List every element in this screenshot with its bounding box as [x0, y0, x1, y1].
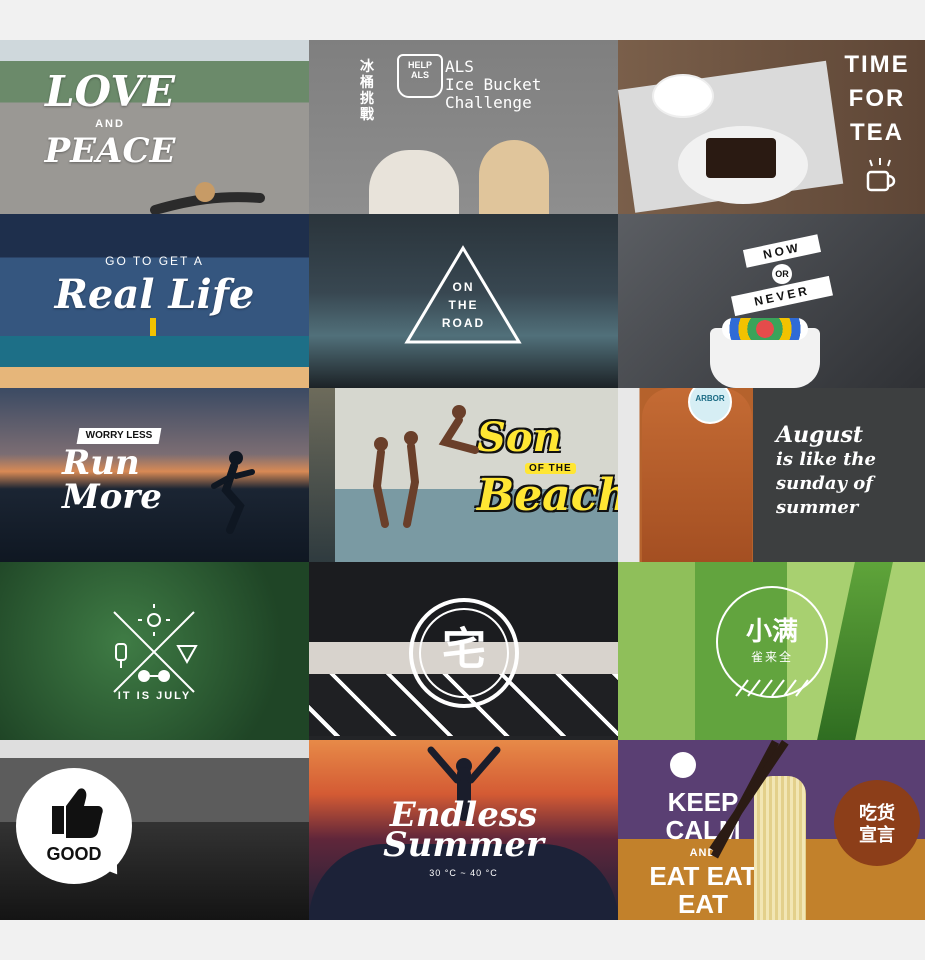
tile-zhai[interactable]: 宅	[309, 562, 618, 740]
summer-script: Summer	[383, 825, 544, 865]
love-word: LOVE	[45, 67, 175, 116]
tile-it-is-july[interactable]: IT IS JULY	[0, 562, 309, 740]
tile-august-sunday[interactable]: ARBOR August is like the sunday of summe…	[618, 388, 925, 562]
sun-icon	[138, 604, 170, 636]
person-left	[369, 150, 459, 214]
beach-word: Beach	[477, 470, 618, 521]
tea-cup	[652, 74, 714, 118]
worry-less: WORRY LESS	[85, 430, 153, 441]
more-script: More	[62, 477, 162, 517]
surfboard-marker	[150, 318, 156, 336]
sunday-of: sunday of	[776, 473, 874, 494]
tile-on-the-road[interactable]: ON THE ROAD	[309, 214, 618, 388]
tile-endless-summer[interactable]: Endless Summer 30 °C ~ 40 °C	[309, 740, 618, 920]
ice-cream-icon	[115, 643, 127, 668]
watermelon-icon	[176, 645, 198, 665]
als-title-line3: Challenge	[445, 93, 532, 112]
tile-keep-calm-eat[interactable]: KEEP CALM AND EAT EAT EAT 吃货 宣言	[618, 740, 925, 920]
tile-als-ice-bucket[interactable]: 冰 桶 挑 戰 HELP ALS ALS Ice Bucket Challeng…	[309, 40, 618, 214]
on-the-road-text: ON THE ROAD	[424, 278, 504, 332]
reclining-person-illustration	[150, 182, 265, 214]
tile-good[interactable]: GOOD	[0, 740, 309, 920]
chihuo-line2: 宣言	[859, 825, 895, 845]
son-of-the-beach-text: Son OF THE Beach	[477, 414, 618, 521]
grain-stalks-icon	[735, 679, 809, 697]
august-word: August	[776, 422, 863, 448]
real-life-script: Real Life	[54, 271, 255, 318]
time-for-tea-text: TIME FOR TEA	[834, 48, 920, 150]
als-english-title: ALS Ice Bucket Challenge	[445, 58, 541, 112]
pier-post	[309, 388, 335, 562]
tile-time-for-tea[interactable]: TIME FOR TEA	[618, 40, 925, 214]
it-is-july: IT IS JULY	[117, 690, 192, 702]
tile-now-or-never[interactable]: NOW OR NEVER	[618, 214, 925, 388]
crown-badge-circle	[670, 752, 696, 778]
good-word: GOOD	[46, 844, 102, 864]
the-word: THE	[448, 298, 479, 312]
son-word: Son	[477, 414, 562, 461]
als-bucket-label: ALS	[411, 70, 429, 80]
road-word: ROAD	[441, 316, 486, 330]
als-cn-3: 挑	[360, 90, 374, 106]
leaf-blade	[817, 562, 893, 740]
als-cn-2: 桶	[360, 74, 374, 90]
on-word: ON	[452, 280, 475, 294]
for-word: FOR	[848, 85, 906, 112]
als-chinese-vertical: 冰 桶 挑 戰	[357, 58, 377, 122]
or-word: OR	[775, 269, 789, 279]
time-word: TIME	[844, 51, 910, 78]
tile-xiao-man[interactable]: 小满 雀来全	[618, 562, 925, 740]
xiao-man-title: 小满	[745, 616, 798, 646]
image-grid: LOVE AND PEACE 冰 桶 挑 戰 HELP ALS ALS Ice …	[0, 40, 925, 920]
brownies	[706, 138, 776, 178]
august-text: August is like the sunday of summer	[776, 422, 916, 520]
zhai-character: 宅	[442, 625, 486, 674]
person-right	[479, 140, 549, 214]
tile-love-and-peace[interactable]: LOVE AND PEACE	[0, 40, 309, 214]
summer-word: summer	[776, 497, 859, 518]
als-cn-1: 冰	[360, 58, 374, 74]
sunglasses-icon	[138, 670, 170, 682]
is-like-the: is like the	[776, 449, 876, 470]
als-cn-4: 戰	[360, 106, 374, 122]
candy	[722, 318, 808, 340]
xiao-man-subtitle: 雀来全	[750, 650, 793, 664]
als-title-line1: ALS	[445, 57, 474, 76]
help-label: HELP	[407, 60, 432, 70]
real-life-text: GO TO GET A Real Life	[25, 254, 285, 318]
help-als-bucket: HELP ALS	[397, 54, 443, 98]
tea-word: TEA	[850, 119, 904, 146]
jumping-people	[372, 405, 479, 528]
chihuo-line1: 吃货	[859, 803, 895, 823]
als-title-line2: Ice Bucket	[445, 75, 542, 94]
temperature-range: 30 °C ~ 40 °C	[429, 868, 498, 878]
thumbs-up-icon	[52, 788, 103, 838]
endless-summer-text: Endless Summer 30 °C ~ 40 °C	[354, 798, 574, 878]
tile-real-life[interactable]: GO TO GET A Real Life	[0, 214, 309, 388]
noodles	[754, 776, 806, 920]
arbor-brand: ARBOR	[695, 394, 725, 403]
go-to-get-a: GO TO GET A	[105, 254, 204, 268]
and-word: AND	[95, 118, 125, 130]
run-script: Run	[62, 443, 140, 483]
now-word: NOW	[761, 240, 803, 262]
mug-icon	[866, 158, 896, 192]
tile-son-of-the-beach[interactable]: Son OF THE Beach	[309, 388, 618, 562]
tile-run-more[interactable]: WORRY LESS Run More	[0, 388, 309, 562]
runner-silhouette	[211, 451, 255, 534]
